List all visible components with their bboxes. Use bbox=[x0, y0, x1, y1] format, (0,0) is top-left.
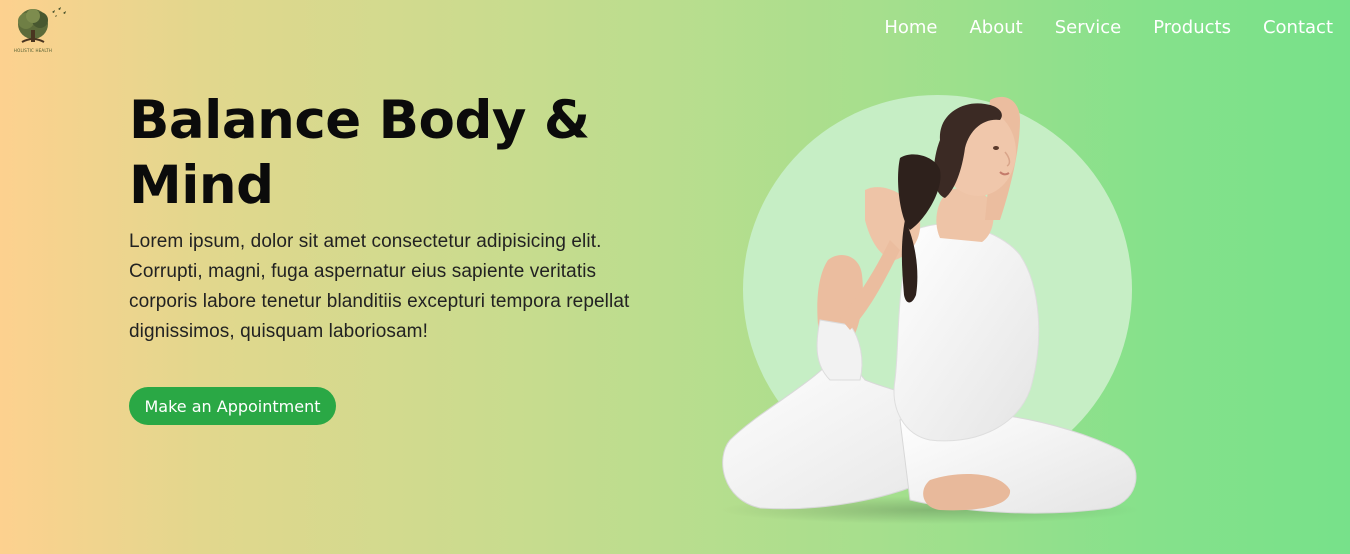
site-logo[interactable]: HOLISTIC HEALTH bbox=[8, 4, 70, 56]
hero-description: Lorem ipsum, dolor sit amet consectetur … bbox=[129, 231, 630, 342]
nav-about[interactable]: About bbox=[969, 16, 1022, 40]
hero-title: Balance Body & Mind bbox=[129, 90, 590, 216]
logo-text: HOLISTIC HEALTH bbox=[13, 48, 53, 53]
nav-service[interactable]: Service bbox=[1055, 16, 1122, 40]
nav-home[interactable]: Home bbox=[884, 16, 937, 40]
make-appointment-button[interactable]: Make an Appointment bbox=[129, 387, 336, 425]
main-nav: Home About Service Products Contact bbox=[884, 16, 1333, 40]
nav-contact[interactable]: Contact bbox=[1263, 16, 1333, 40]
yoga-woman-illustration bbox=[700, 80, 1160, 530]
nav-products[interactable]: Products bbox=[1153, 16, 1231, 40]
